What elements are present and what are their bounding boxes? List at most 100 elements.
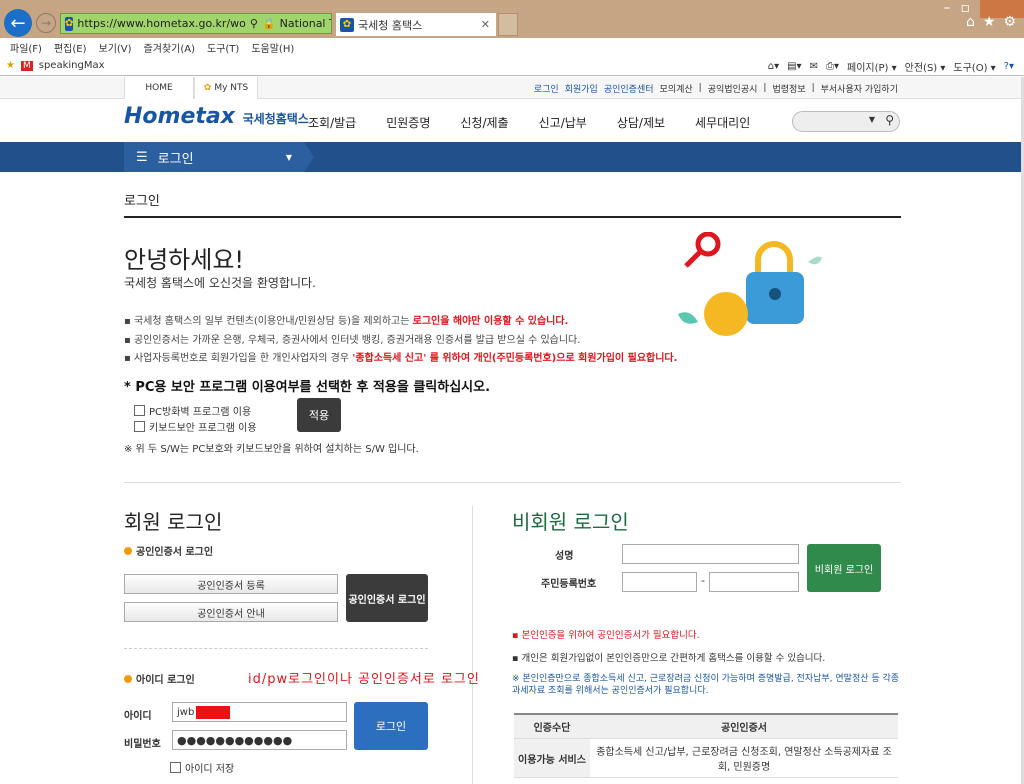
- login-button[interactable]: 로그인: [354, 702, 428, 750]
- cert-guide-button[interactable]: 공인인증서 안내: [124, 602, 338, 622]
- keyboard-security-label: 키보드보안 프로그램 이용: [149, 423, 257, 434]
- sw-note: ※ 위 두 S/W는 PC보호와 키보드보안을 위하여 설치하는 S/W 입니다…: [124, 444, 419, 455]
- gear-icon[interactable]: ⚙: [1003, 14, 1016, 30]
- section-label: 공인인증서 로그인: [136, 547, 214, 558]
- lnb-label: 로그인: [157, 151, 194, 167]
- home-icon[interactable]: ⌂: [966, 14, 975, 30]
- mail-icon[interactable]: ✉: [810, 61, 818, 72]
- back-button[interactable]: ←: [4, 9, 32, 37]
- forward-button[interactable]: →: [36, 13, 56, 33]
- rrn-back-input[interactable]: [709, 572, 799, 592]
- annotation-hint: id/pw로그인이나 공인인증서로 로그인: [248, 672, 480, 687]
- cert-login-button[interactable]: 공인인증서 로그인: [346, 574, 428, 622]
- menu-favorites[interactable]: 즐겨찾기(A): [144, 40, 195, 55]
- close-tab-icon[interactable]: ✕: [481, 18, 490, 31]
- note-text: 공인인증서는 가까운 은행, 우체국, 증권사에서 인터넷 뱅킹, 증권거래용 …: [133, 335, 581, 346]
- safety-menu[interactable]: 안전(S) ▾: [905, 59, 946, 74]
- util-signup[interactable]: 회원가입: [565, 82, 598, 95]
- util-mock-calc[interactable]: 모의계산: [660, 82, 693, 95]
- nonmember-note-3: ※ 본인인증만으로 종합소득세 신고, 근로장려금 신청이 가능하며 증명발급,…: [512, 674, 900, 696]
- table-cell: 이용가능 서비스: [514, 738, 590, 778]
- save-id-label: 아이디 저장: [185, 764, 235, 775]
- note-2: ▪ 공인인증서는 가까운 은행, 우체국, 증권사에서 인터넷 뱅킹, 증권거래…: [124, 335, 581, 346]
- browser-tab[interactable]: ✿ 국세청 홈택스 ✕: [336, 13, 496, 36]
- divider: [472, 506, 473, 784]
- keyboard-security-checkbox-row[interactable]: 키보드보안 프로그램 이용: [134, 419, 257, 434]
- password-input[interactable]: ●●●●●●●●●●●●: [172, 730, 347, 750]
- help-icon[interactable]: ?▾: [1004, 61, 1014, 72]
- site-identity[interactable]: National Ta...: [280, 17, 331, 30]
- util-law[interactable]: 법령정보: [772, 82, 805, 95]
- util-dept-signup[interactable]: 부서사용자 가입하기: [821, 82, 898, 95]
- divider: [124, 482, 901, 483]
- search-input[interactable]: ▼ ⚲: [792, 111, 900, 132]
- browser-right-icons: ⌂ ★ ⚙: [966, 14, 1016, 30]
- nonmember-login-heading: 비회원 로그인: [512, 510, 629, 534]
- page-title: 로그인: [124, 194, 160, 209]
- firewall-label: PC방화벽 프로그램 이용: [149, 407, 252, 418]
- keyboard-security-checkbox[interactable]: [134, 421, 145, 432]
- menu-help[interactable]: 도움말(H): [251, 40, 294, 55]
- bullet-icon: [124, 546, 132, 555]
- add-favorite-icon[interactable]: ★: [6, 60, 15, 71]
- menu-file[interactable]: 파일(F): [10, 40, 42, 55]
- auth-table: 인증수단 공인인증서 이용가능 서비스 종합소득세 신고/납부, 근로장려금 신청조…: [514, 713, 898, 778]
- password-value: ●●●●●●●●●●●●: [177, 733, 293, 747]
- address-bar[interactable]: ✿ https://www.hometax.go.kr/wo ⚲ 🔒 National …: [60, 13, 332, 34]
- favorites-star-icon[interactable]: ★: [983, 14, 996, 30]
- gnb-home[interactable]: HOME: [124, 77, 194, 99]
- greeting-heading: 안녕하세요!: [124, 246, 245, 274]
- nav-report[interactable]: 신고/납부: [539, 114, 587, 131]
- minimize-icon[interactable]: –: [944, 0, 951, 18]
- save-id-checkbox[interactable]: [170, 762, 181, 773]
- cert-login-section: 공인인증서 로그인: [124, 543, 213, 558]
- rrn-front-input[interactable]: [622, 572, 697, 592]
- nav-agent[interactable]: 세무대리인: [695, 114, 750, 131]
- menu-icon: ☰: [136, 149, 148, 165]
- gnb-mynts[interactable]: ✿ My NTS: [194, 77, 258, 99]
- util-login[interactable]: 로그인: [534, 82, 559, 95]
- nav-consult[interactable]: 상담/제보: [617, 114, 665, 131]
- favorite-speakingmax[interactable]: speakingMax: [39, 60, 105, 71]
- id-input[interactable]: jwb: [172, 702, 347, 722]
- menu-tools[interactable]: 도구(T): [207, 40, 239, 55]
- print-icon[interactable]: ⎙▾: [826, 61, 839, 72]
- util-public-corp[interactable]: 공익법인공시: [708, 82, 758, 95]
- home-icon[interactable]: ⌂▾: [768, 61, 779, 72]
- chevron-down-icon: ▼: [285, 152, 292, 162]
- security-illustration: [678, 232, 822, 336]
- search-icon[interactable]: ⚲: [885, 113, 894, 127]
- page-menu[interactable]: 페이지(P) ▾: [847, 59, 897, 74]
- menu-view[interactable]: 보기(V): [99, 40, 132, 55]
- divider: [124, 648, 428, 649]
- new-tab-button[interactable]: [498, 13, 518, 36]
- site-favicon: ✿: [65, 16, 74, 31]
- lnb-menu[interactable]: ☰ 로그인 ▼: [124, 142, 314, 172]
- firewall-checkbox-row[interactable]: PC방화벽 프로그램 이용: [134, 403, 251, 418]
- mynts-link: My NTS: [214, 83, 249, 93]
- apply-button[interactable]: 적용: [297, 398, 341, 432]
- name-input[interactable]: [622, 544, 799, 564]
- flower-icon: ✿: [203, 83, 212, 93]
- search-icon[interactable]: ⚲: [250, 17, 258, 30]
- note-text: 개인은 회원가입없이 본인인증만으로 간편하게 홈택스를 이용할 수 있습니다.: [521, 653, 826, 664]
- note-1: ▪ 국세청 홈택스의 일부 컨텐츠(이용안내/민원상담 등)을 제외하고는 로그…: [124, 316, 569, 327]
- table-row: 인증수단 공인인증서: [514, 714, 898, 739]
- redaction-box: [196, 705, 231, 719]
- home-link: HOME: [145, 83, 173, 93]
- menu-edit[interactable]: 편집(E): [54, 40, 87, 55]
- nav-inquiry[interactable]: 조회/발급: [308, 114, 356, 131]
- rss-icon[interactable]: ▤▾: [787, 61, 801, 72]
- util-cert-center[interactable]: 공인인증센터: [604, 82, 654, 95]
- hometax-logo[interactable]: Hometax 국세청홈택스: [124, 104, 309, 129]
- nonmember-login-button[interactable]: 비회원 로그인: [807, 544, 881, 592]
- nav-apply[interactable]: 신청/제출: [460, 114, 508, 131]
- tools-menu[interactable]: 도구(O) ▾: [953, 59, 995, 74]
- nav-certificate[interactable]: 민원증명: [386, 114, 430, 131]
- site-header: Hometax 국세청홈택스 조회/발급 민원증명 신청/제출 신고/납부 상담/제보 세…: [0, 100, 1024, 142]
- cert-register-button[interactable]: 공인인증서 등록: [124, 574, 338, 594]
- firewall-checkbox[interactable]: [134, 405, 145, 416]
- logo-subtext: 국세청홈택스: [242, 112, 309, 126]
- save-id-checkbox-row[interactable]: 아이디 저장: [170, 760, 234, 775]
- chevron-down-icon[interactable]: ▼: [869, 115, 875, 124]
